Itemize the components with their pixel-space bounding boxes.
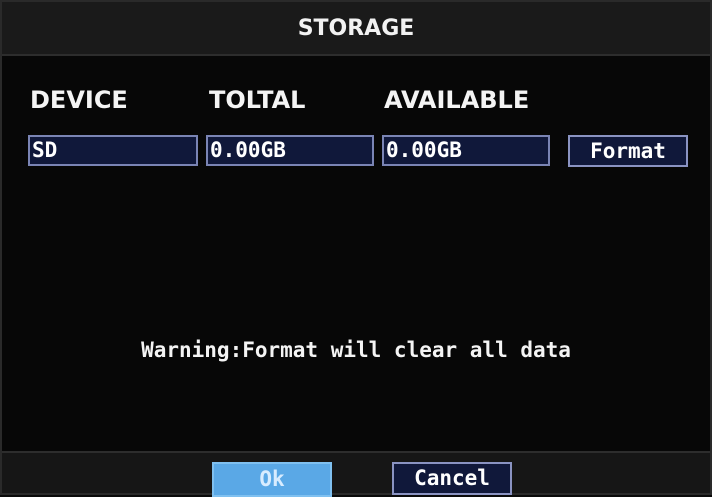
dialog-title: STORAGE [297, 16, 415, 41]
format-button[interactable]: Format [568, 135, 688, 167]
available-capacity-field: 0.00GB [382, 135, 550, 166]
column-header-total: TOLTAL [209, 86, 306, 114]
cancel-button[interactable]: Cancel [392, 462, 512, 495]
bottom-bar [2, 451, 710, 493]
storage-dialog: STORAGE DEVICE TOLTAL AVAILABLE SD 0.00G… [0, 0, 712, 497]
total-capacity-field: 0.00GB [206, 135, 374, 166]
column-header-device: DEVICE [30, 86, 128, 114]
title-bar: STORAGE [2, 2, 710, 56]
column-header-available: AVAILABLE [384, 86, 530, 114]
format-warning-text: Warning:Format will clear all data [141, 338, 571, 362]
device-field: SD [28, 135, 198, 166]
ok-button[interactable]: Ok [212, 462, 332, 497]
